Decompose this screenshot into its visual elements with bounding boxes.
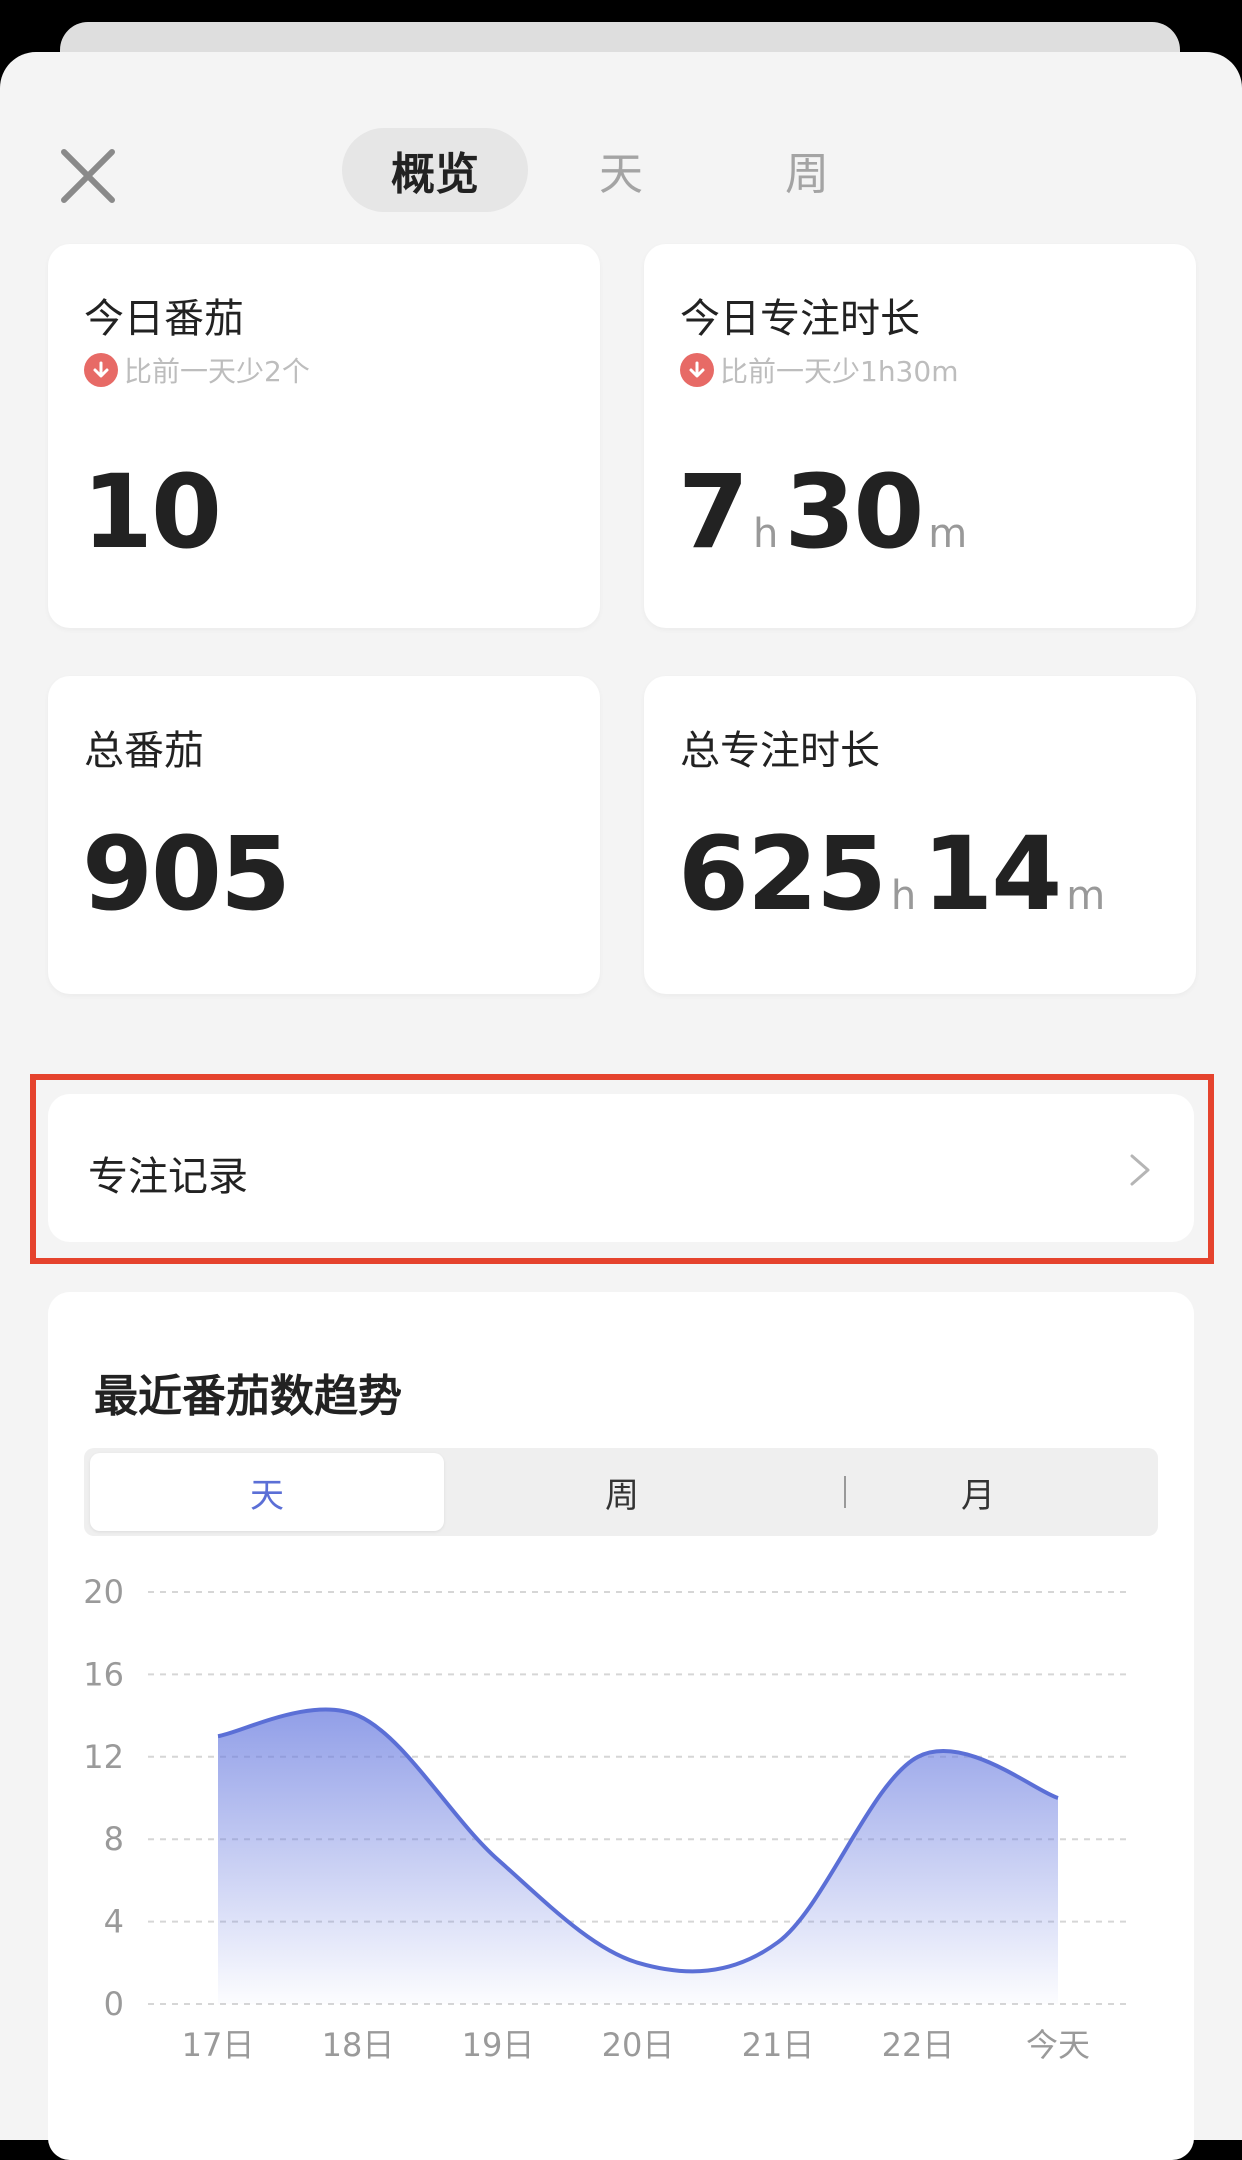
today-tomato-number: 10 [82, 462, 220, 564]
x-tick-label: 21日 [742, 2026, 815, 2064]
highlight-frame [30, 1074, 1214, 1264]
minutes-unit: m [928, 514, 967, 554]
total-focus-value: 625 h 14 m [678, 824, 1111, 926]
tab-day[interactable]: 天 [528, 128, 714, 212]
trend-chart: 0 4 8 12 16 20 17日 18日 19日 20日 21日 22日 今天 [48, 1562, 1194, 2142]
delta-row: 比前一天少1h30m [680, 350, 958, 390]
y-tick-label: 20 [83, 1573, 124, 1611]
minutes-number: 14 [922, 824, 1060, 926]
stats-sheet: 概览 天 周 今日番茄 比前一天少2个 10 今日专注时长 比前一天少1h30m… [0, 52, 1242, 2140]
card-title: 今日番茄 [84, 286, 244, 344]
card-title: 总专注时长 [680, 718, 880, 776]
minutes-unit: m [1066, 876, 1105, 916]
arrow-down-icon [680, 353, 714, 387]
y-tick-label: 8 [104, 1820, 124, 1858]
y-tick-label: 16 [83, 1655, 124, 1693]
hours-number: 7 [678, 462, 747, 564]
range-tab-day[interactable]: 天 [90, 1453, 444, 1531]
x-tick-label: 18日 [322, 2026, 395, 2064]
trend-title: 最近番茄数趋势 [94, 1360, 402, 1424]
card-title: 今日专注时长 [680, 286, 920, 344]
hours-number: 625 [678, 824, 885, 926]
tab-overview[interactable]: 概览 [342, 128, 528, 212]
total-tomato-card: 总番茄 905 [48, 676, 600, 994]
delta-row: 比前一天少2个 [84, 350, 310, 390]
trend-card: 最近番茄数趋势 天 周 月 0 4 8 12 16 20 17日 18日 19日 20日 21日 2… [48, 1292, 1194, 2160]
today-focus-value: 7 h 30 m [678, 462, 973, 564]
y-tick-label: 12 [83, 1738, 124, 1776]
total-tomato-value: 905 [82, 824, 289, 926]
today-tomato-card: 今日番茄 比前一天少2个 10 [48, 244, 600, 628]
delta-text: 比前一天少2个 [124, 350, 310, 390]
x-tick-label: 今天 [1026, 2026, 1090, 2064]
today-tomato-value: 10 [82, 462, 220, 564]
x-tick-label: 20日 [602, 2026, 675, 2064]
x-tick-label: 17日 [182, 2026, 255, 2064]
card-title: 总番茄 [84, 718, 204, 776]
hours-unit: h [753, 514, 778, 554]
hours-unit: h [891, 876, 916, 916]
total-tomato-number: 905 [82, 824, 289, 926]
range-tabs: 天 周 月 [84, 1448, 1158, 1536]
range-tab-month[interactable]: 月 [800, 1453, 1156, 1531]
delta-text: 比前一天少1h30m [720, 350, 958, 390]
y-tick-label: 4 [104, 1903, 124, 1941]
minutes-number: 30 [784, 462, 922, 564]
today-focus-card: 今日专注时长 比前一天少1h30m 7 h 30 m [644, 244, 1196, 628]
range-tab-week[interactable]: 周 [444, 1453, 800, 1531]
arrow-down-icon [84, 353, 118, 387]
y-tick-label: 0 [104, 1985, 124, 2023]
x-tick-label: 22日 [882, 2026, 955, 2064]
x-tick-label: 19日 [462, 2026, 535, 2064]
close-icon[interactable] [56, 144, 120, 208]
total-focus-card: 总专注时长 625 h 14 m [644, 676, 1196, 994]
tab-week[interactable]: 周 [714, 128, 900, 212]
